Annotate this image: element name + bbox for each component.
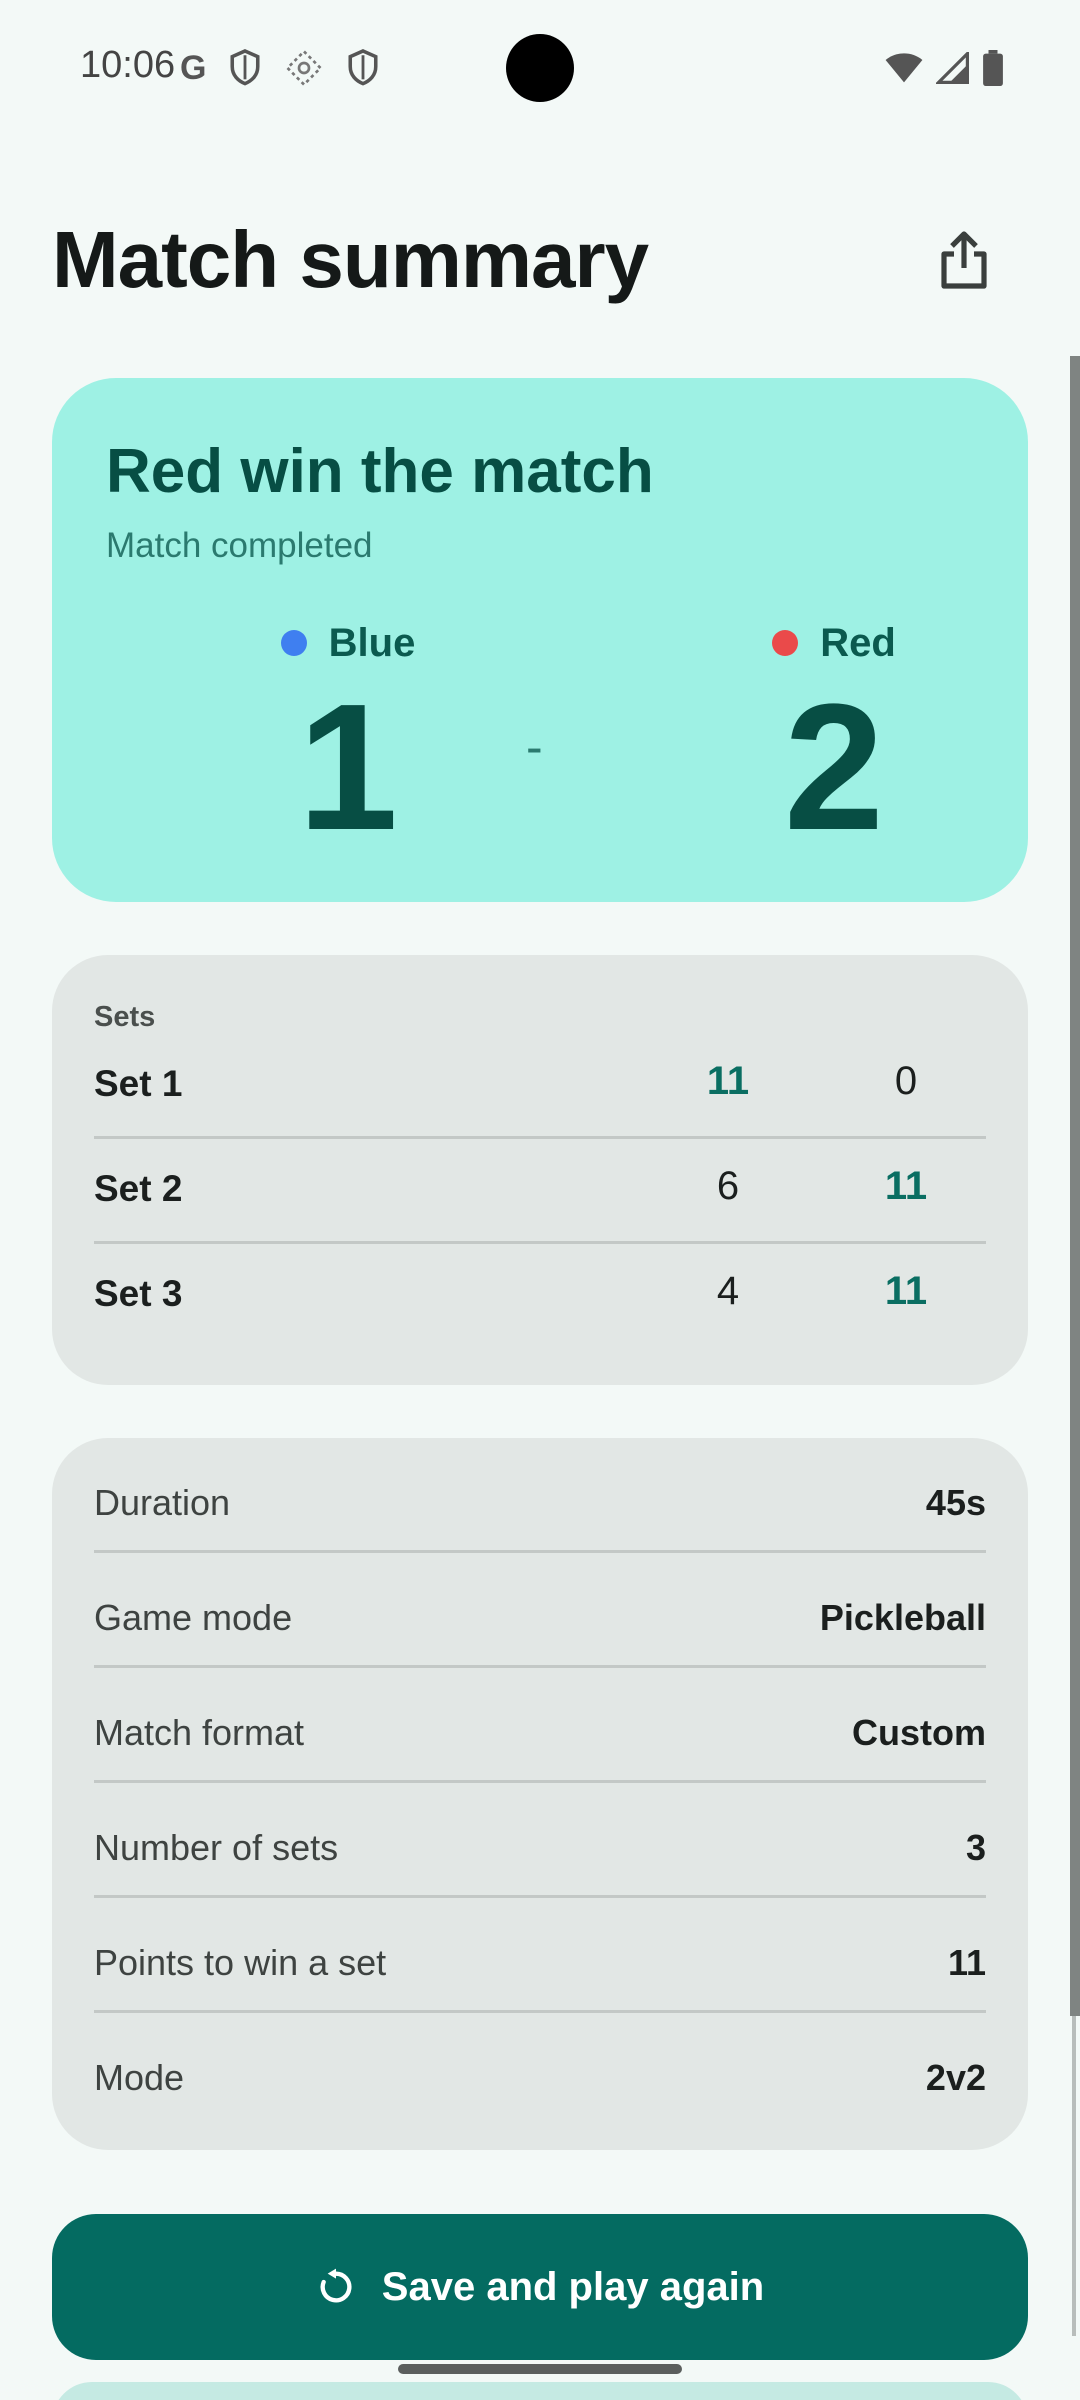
sets-card: Sets Set 1 11 0 Set 2 6 11 Set 3 4 11 bbox=[52, 955, 1028, 1385]
camera-cutout bbox=[506, 34, 574, 102]
detail-value: 2v2 bbox=[925, 2057, 986, 2098]
detail-row-match-format: Match format Custom bbox=[94, 1668, 986, 1783]
match-details-card: Duration 45s Game mode Pickleball Match … bbox=[52, 1438, 1028, 2150]
status-notification-icons: G bbox=[180, 48, 380, 88]
wifi-icon bbox=[885, 53, 923, 83]
status-system-icons bbox=[884, 50, 1004, 86]
page-title: Match summary bbox=[52, 215, 649, 304]
set-row: Set 1 11 0 bbox=[94, 1035, 986, 1139]
detail-row-duration: Duration 45s bbox=[94, 1438, 986, 1553]
team-blue-score: 1 bbox=[297, 667, 399, 868]
detail-value: 45s bbox=[925, 1482, 986, 1523]
team-blue: Blue 1 bbox=[198, 618, 498, 858]
team-red-score: 2 bbox=[783, 667, 885, 868]
detail-value: Custom bbox=[852, 1712, 986, 1753]
detail-row-number-of-sets: Number of sets 3 bbox=[94, 1783, 986, 1898]
signal-icon bbox=[936, 52, 969, 84]
detail-value: 3 bbox=[965, 1827, 986, 1868]
set-row: Set 2 6 11 bbox=[94, 1140, 986, 1244]
team-blue-label: Blue bbox=[328, 620, 416, 665]
set-label: Set 3 bbox=[94, 1273, 183, 1314]
scrollbar-track bbox=[1072, 2016, 1076, 2336]
team-red: Red 2 bbox=[684, 618, 984, 858]
team-blue-name: Blue bbox=[198, 618, 498, 668]
detail-row-mode: Mode 2v2 bbox=[94, 2013, 986, 2128]
set-label: Set 2 bbox=[94, 1168, 183, 1209]
set-blue-score: 11 bbox=[706, 1059, 750, 1103]
google-icon: G bbox=[180, 49, 207, 87]
detail-label: Match format bbox=[94, 1712, 305, 1753]
result-title: Red win the match bbox=[106, 437, 654, 506]
shield-icon bbox=[230, 49, 260, 86]
detail-row-game-mode: Game mode Pickleball bbox=[94, 1553, 986, 1668]
team-red-name: Red bbox=[684, 618, 984, 668]
team-red-label: Red bbox=[820, 620, 896, 665]
replay-icon bbox=[320, 2268, 352, 2303]
row-divider bbox=[94, 1241, 986, 1244]
detail-label: Mode bbox=[94, 2057, 185, 2098]
set-label: Set 1 bbox=[94, 1063, 183, 1104]
detail-row-points-to-win: Points to win a set 11 bbox=[94, 1898, 986, 2013]
sets-heading: Sets bbox=[94, 1001, 156, 1033]
share-button[interactable] bbox=[930, 226, 998, 294]
set-blue-score: 4 bbox=[716, 1269, 740, 1313]
score-separator: - bbox=[526, 719, 543, 775]
set-blue-score: 6 bbox=[716, 1164, 740, 1208]
status-time: 10:06 bbox=[80, 44, 176, 86]
result-subtitle: Match completed bbox=[106, 526, 373, 565]
detail-label: Points to win a set bbox=[94, 1942, 387, 1983]
home-indicator[interactable] bbox=[398, 2364, 682, 2374]
detail-value: Pickleball bbox=[819, 1597, 986, 1638]
detail-label: Game mode bbox=[94, 1597, 293, 1638]
data-saver-icon bbox=[286, 49, 323, 87]
detail-label: Number of sets bbox=[94, 1827, 339, 1868]
shield-icon bbox=[348, 49, 378, 86]
team-red-color-dot bbox=[772, 630, 799, 656]
save-and-play-again-label: Save and play again bbox=[381, 2264, 765, 2309]
scrollbar-thumb[interactable] bbox=[1070, 356, 1080, 2016]
set-red-score: 11 bbox=[884, 1164, 928, 1208]
share-icon bbox=[941, 231, 987, 289]
set-row: Set 3 4 11 bbox=[94, 1245, 986, 1349]
set-red-score: 0 bbox=[894, 1059, 918, 1103]
set-red-score: 11 bbox=[884, 1269, 928, 1313]
next-card-peek bbox=[52, 2382, 1028, 2400]
detail-label: Duration bbox=[94, 1482, 231, 1523]
team-blue-color-dot bbox=[280, 630, 307, 656]
battery-icon bbox=[983, 50, 1003, 86]
status-bar: 10:06 G bbox=[0, 0, 1080, 136]
match-result-card: Red win the match Match completed Blue 1… bbox=[52, 378, 1028, 902]
detail-value: 11 bbox=[947, 1942, 986, 1983]
save-and-play-again-button[interactable]: Save and play again bbox=[52, 2214, 1028, 2360]
row-divider bbox=[94, 1136, 986, 1139]
